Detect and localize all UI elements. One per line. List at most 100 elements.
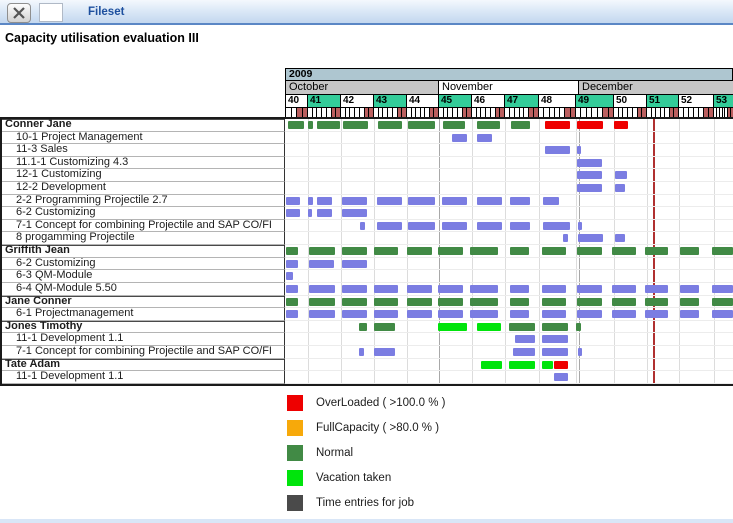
gantt-bar[interactable] — [438, 310, 463, 318]
gantt-bar[interactable] — [470, 247, 498, 255]
gantt-bar[interactable] — [443, 121, 465, 129]
gantt-bar[interactable] — [288, 121, 304, 129]
gantt-bar[interactable] — [542, 298, 566, 306]
gantt-bar[interactable] — [513, 348, 535, 356]
gantt-bar[interactable] — [612, 285, 636, 293]
gantt-bar[interactable] — [378, 121, 402, 129]
gantt-bar[interactable] — [477, 197, 502, 205]
gantt-bar[interactable] — [342, 310, 367, 318]
gantt-bar[interactable] — [510, 247, 529, 255]
gantt-bar[interactable] — [286, 197, 300, 205]
gantt-bar[interactable] — [286, 260, 298, 268]
gantt-bar[interactable] — [470, 298, 498, 306]
person-label[interactable]: Griffith Jean — [2, 245, 285, 258]
gantt-bar[interactable] — [577, 298, 602, 306]
gantt-bar[interactable] — [577, 146, 581, 154]
gantt-bar[interactable] — [612, 247, 636, 255]
person-label[interactable]: Jane Conner — [2, 296, 285, 309]
gantt-bar[interactable] — [309, 310, 335, 318]
gantt-bar[interactable] — [680, 310, 699, 318]
gantt-bar[interactable] — [286, 310, 298, 318]
gantt-bar[interactable] — [578, 234, 603, 242]
gantt-bar[interactable] — [509, 361, 535, 369]
gantt-bar[interactable] — [542, 335, 568, 343]
gantt-bar[interactable] — [542, 247, 566, 255]
gantt-bar[interactable] — [407, 285, 432, 293]
gantt-bar[interactable] — [317, 209, 332, 217]
gantt-bar[interactable] — [407, 298, 432, 306]
person-label[interactable]: Conner Jane — [2, 119, 285, 132]
gantt-bar[interactable] — [359, 348, 364, 356]
gantt-bar[interactable] — [408, 222, 435, 230]
gantt-bar[interactable] — [342, 285, 367, 293]
gantt-bar[interactable] — [438, 285, 463, 293]
task-label[interactable]: 11.1-1 Customizing 4.3 — [2, 157, 285, 170]
gantt-bar[interactable] — [374, 310, 398, 318]
gantt-bar[interactable] — [408, 197, 435, 205]
gantt-bar[interactable] — [712, 285, 733, 293]
close-button[interactable] — [7, 3, 31, 23]
gantt-bar[interactable] — [374, 285, 398, 293]
task-label[interactable]: 12-1 Customizing — [2, 169, 285, 182]
gantt-bar[interactable] — [477, 323, 501, 331]
task-label[interactable]: 11-1 Development 1.1 — [2, 333, 285, 346]
task-label[interactable]: 11-1 Development 1.1 — [2, 371, 285, 384]
gantt-bar[interactable] — [481, 361, 502, 369]
task-label[interactable]: 7-1 Concept for combining Projectile and… — [2, 346, 285, 359]
gantt-bar[interactable] — [377, 197, 402, 205]
gantt-bar[interactable] — [578, 348, 582, 356]
gantt-bar[interactable] — [615, 234, 625, 242]
gantt-bar[interactable] — [612, 310, 636, 318]
gantt-bar[interactable] — [438, 323, 467, 331]
gantt-bar[interactable] — [509, 323, 535, 331]
gantt-bar[interactable] — [286, 285, 298, 293]
gantt-bar[interactable] — [615, 171, 627, 179]
gantt-bar[interactable] — [510, 310, 529, 318]
gantt-bar[interactable] — [342, 247, 367, 255]
gantt-bar[interactable] — [511, 121, 530, 129]
gantt-bar[interactable] — [286, 298, 298, 306]
gantt-bar[interactable] — [377, 222, 402, 230]
gantt-bar[interactable] — [645, 298, 668, 306]
task-label[interactable]: 6-4 QM-Module 5.50 — [2, 283, 285, 296]
gantt-bar[interactable] — [510, 298, 529, 306]
gantt-bar[interactable] — [554, 373, 568, 381]
gantt-bar[interactable] — [542, 361, 553, 369]
gantt-bar[interactable] — [438, 298, 463, 306]
gantt-bar[interactable] — [470, 310, 498, 318]
gantt-bar[interactable] — [554, 361, 568, 369]
gantt-bar[interactable] — [442, 197, 467, 205]
task-label[interactable]: 6-2 Customizing — [2, 207, 285, 220]
gantt-bar[interactable] — [515, 335, 535, 343]
gantt-bar[interactable] — [615, 184, 625, 192]
gantt-bar[interactable] — [308, 209, 312, 217]
gantt-bar[interactable] — [309, 260, 334, 268]
task-label[interactable]: 10-1 Project Management — [2, 132, 285, 145]
gantt-bar[interactable] — [477, 121, 500, 129]
gantt-bar[interactable] — [374, 323, 395, 331]
gantt-bar[interactable] — [286, 209, 300, 217]
task-label[interactable]: 12-2 Development — [2, 182, 285, 195]
gantt-bar[interactable] — [407, 310, 432, 318]
gantt-bar[interactable] — [577, 121, 603, 129]
gantt-bar[interactable] — [438, 247, 463, 255]
gantt-bar[interactable] — [359, 323, 367, 331]
gantt-bar[interactable] — [309, 285, 335, 293]
gantt-bar[interactable] — [543, 222, 570, 230]
gantt-bar[interactable] — [645, 247, 668, 255]
gantt-bar[interactable] — [577, 159, 602, 167]
gantt-bar[interactable] — [578, 222, 582, 230]
gantt-bar[interactable] — [577, 247, 602, 255]
gantt-bar[interactable] — [286, 272, 293, 280]
gantt-bar[interactable] — [680, 247, 699, 255]
gantt-bar[interactable] — [577, 285, 602, 293]
gantt-bar[interactable] — [317, 197, 332, 205]
gantt-bar[interactable] — [712, 247, 733, 255]
gantt-bar[interactable] — [712, 310, 733, 318]
gantt-bar[interactable] — [286, 247, 298, 255]
gantt-bar[interactable] — [542, 310, 566, 318]
gantt-bar[interactable] — [317, 121, 340, 129]
gantt-bar[interactable] — [612, 298, 636, 306]
gantt-bar[interactable] — [542, 323, 568, 331]
task-label[interactable]: 11-3 Sales — [2, 144, 285, 157]
